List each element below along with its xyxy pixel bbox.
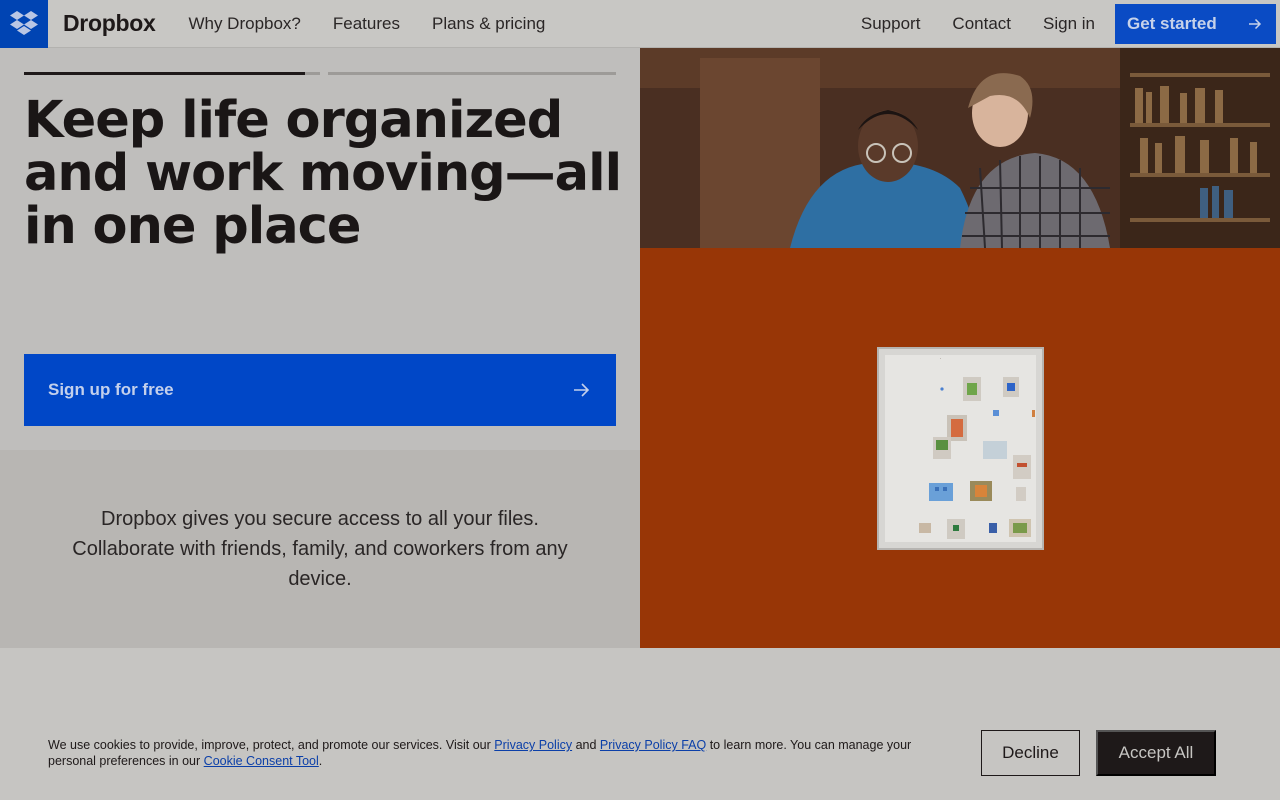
- feature-visual-panel: [640, 248, 1280, 648]
- privacy-policy-link[interactable]: Privacy Policy: [494, 738, 572, 752]
- privacy-policy-faq-link[interactable]: Privacy Policy FAQ: [600, 738, 706, 752]
- cookie-message: We use cookies to provide, improve, prot…: [48, 737, 938, 769]
- arrow-right-icon: [574, 383, 590, 397]
- cookie-text-part-2: and: [575, 738, 597, 752]
- carousel-progress-bar-2[interactable]: [328, 72, 616, 75]
- decline-cookies-button[interactable]: Decline: [981, 730, 1080, 776]
- nav-link-features[interactable]: Features: [317, 14, 416, 34]
- hero-photo: [640, 48, 1280, 248]
- cookie-text-part-4: .: [318, 754, 323, 768]
- accept-all-cookies-button[interactable]: Accept All: [1096, 730, 1216, 776]
- file-grid-preview: [885, 355, 1036, 542]
- cookie-text-part-1: We use cookies to provide, improve, prot…: [48, 738, 491, 752]
- library-photo-illustration: [640, 48, 1280, 248]
- description-section: Dropbox gives you secure access to all y…: [0, 450, 640, 648]
- file-thumbnails-illustration: [919, 358, 1035, 539]
- sign-up-label: Sign up for free: [48, 380, 174, 399]
- dropbox-logo[interactable]: [0, 0, 48, 48]
- hero-description: Dropbox gives you secure access to all y…: [72, 508, 568, 590]
- nav-link-contact[interactable]: Contact: [936, 14, 1027, 34]
- nav-link-why-dropbox[interactable]: Why Dropbox?: [172, 14, 316, 34]
- nav-link-sign-in[interactable]: Sign in: [1027, 14, 1111, 34]
- primary-nav: Why Dropbox? Features Plans & pricing: [172, 14, 561, 34]
- get-started-label: Get started: [1127, 13, 1217, 33]
- carousel-progress-bar-1[interactable]: [24, 72, 320, 75]
- dropbox-logo-icon: [10, 10, 38, 35]
- top-nav-bar: Dropbox Why Dropbox? Features Plans & pr…: [0, 0, 1280, 48]
- brand-name[interactable]: Dropbox: [63, 10, 156, 37]
- get-started-button[interactable]: Get started: [1115, 3, 1276, 44]
- cookie-banner: We use cookies to provide, improve, prot…: [0, 648, 1280, 800]
- carousel-progress: [24, 72, 616, 75]
- carousel-progress-fill: [24, 72, 306, 75]
- cookie-consent-tool-link[interactable]: Cookie Consent Tool: [204, 754, 319, 768]
- secondary-nav: Support Contact Sign in Get started: [845, 3, 1280, 44]
- hero-section: Keep life organized and work moving—all …: [0, 48, 640, 450]
- sign-up-button[interactable]: Sign up for free: [24, 354, 616, 426]
- hero-headline: Keep life organized and work moving—all …: [24, 91, 622, 256]
- arrow-right-icon: [1249, 18, 1262, 29]
- file-preview-card: [877, 347, 1044, 550]
- nav-link-support[interactable]: Support: [845, 14, 937, 34]
- nav-link-plans-pricing[interactable]: Plans & pricing: [416, 14, 561, 34]
